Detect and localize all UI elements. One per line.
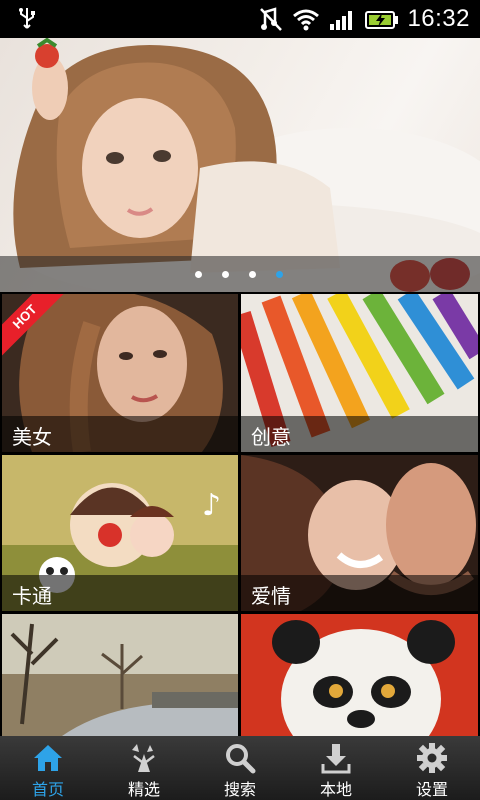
category-label: 卡通: [12, 584, 52, 608]
svg-text:♪: ♪: [202, 488, 221, 523]
category-tile-animation[interactable]: [241, 614, 478, 736]
category-tile-love[interactable]: 爱情: [241, 455, 478, 611]
nav-settings[interactable]: 设置: [384, 736, 480, 800]
category-tile-beauty[interactable]: HOT 美女: [2, 294, 238, 452]
nav-label: 本地: [319, 780, 352, 799]
signal-icon: [330, 11, 353, 30]
featured-banner[interactable]: [0, 38, 480, 292]
category-caption: 美女: [2, 416, 238, 452]
nav-home[interactable]: 首页: [0, 736, 96, 800]
nav-label: 设置: [415, 780, 448, 799]
banner-photo: [13, 38, 480, 292]
landscape-thumbnail: [2, 614, 238, 736]
wifi-icon: [293, 9, 320, 31]
nav-featured[interactable]: 精选: [96, 736, 192, 800]
category-caption: 卡通: [2, 575, 238, 611]
nav-label: 搜索: [223, 780, 256, 799]
page-dot[interactable]: [222, 271, 229, 278]
category-label: 爱情: [251, 584, 291, 608]
nav-label: 精选: [127, 780, 160, 799]
category-caption: 爱情: [241, 575, 478, 611]
battery-charging-icon: [365, 11, 399, 29]
search-icon: [226, 744, 256, 774]
gear-icon: [417, 743, 447, 773]
home-icon: [34, 745, 62, 771]
nav-search[interactable]: 搜索: [192, 736, 288, 800]
usb-icon: [19, 8, 35, 29]
panda-thumbnail: [241, 614, 478, 736]
silent-icon: [260, 7, 283, 31]
status-bar: 16:32: [0, 0, 480, 38]
category-tile-landscape[interactable]: [2, 614, 238, 736]
banner-page-indicator: [195, 271, 283, 278]
category-tile-creative[interactable]: 创意: [241, 294, 478, 452]
category-tile-cartoon[interactable]: ♪ 卡通: [2, 455, 238, 611]
page-dot-active[interactable]: [276, 271, 283, 278]
nav-label: 首页: [31, 780, 64, 799]
category-caption: 创意: [241, 416, 478, 452]
page-dot[interactable]: [195, 271, 202, 278]
bottom-navigation: 首页 精选 搜索 本地 设置: [0, 736, 480, 800]
category-grid: HOT 美女 创意 ♪ 卡通 爱情: [0, 292, 480, 736]
page-dot[interactable]: [249, 271, 256, 278]
featured-icon: [132, 744, 155, 772]
clock: 16:32: [407, 5, 470, 32]
download-icon: [321, 744, 351, 774]
category-label: 创意: [251, 425, 291, 449]
category-label: 美女: [12, 425, 52, 449]
nav-local[interactable]: 本地: [288, 736, 384, 800]
